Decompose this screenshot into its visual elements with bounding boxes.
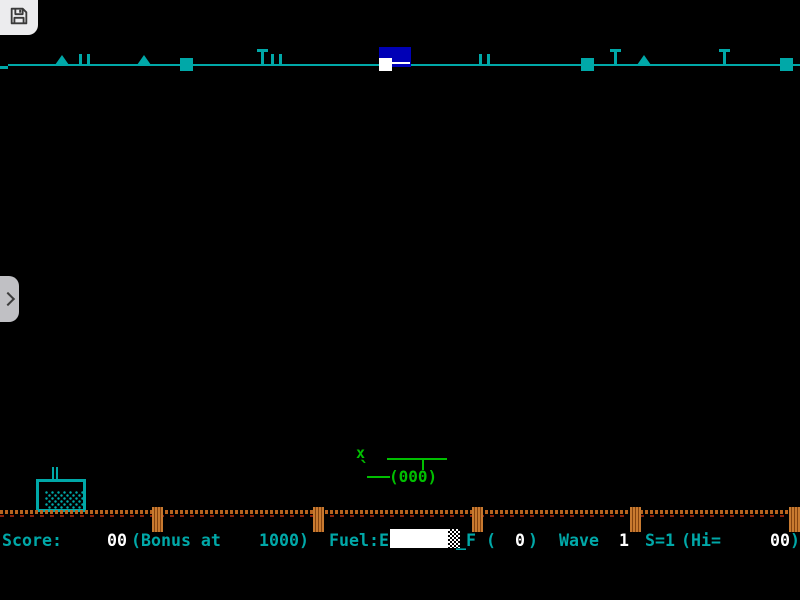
status-hi-value: 00 (770, 531, 790, 550)
status-fuel-paren-close: ) (528, 531, 538, 550)
status-fuel-full-label: _F (456, 531, 476, 550)
save-state-button[interactable] (0, 0, 38, 35)
status-ships-label: S=1 (645, 531, 675, 550)
status-wave-value: 1 (619, 531, 629, 550)
status-wave-label: Wave (559, 531, 599, 550)
ground-dashes-bottom (0, 515, 800, 517)
status-fuel-value: 0 (515, 531, 525, 550)
game-canvas[interactable]: x ` (000) Score:00(Bonus at1000)Fuel:E_F… (0, 0, 800, 600)
status-bonus-label: (Bonus at (131, 531, 221, 550)
status-hi-label: (Hi= (681, 531, 721, 550)
status-hi-paren-close: ) (790, 531, 800, 550)
status-score-label: Score: (2, 531, 62, 550)
chevron-right-icon (1, 292, 15, 306)
side-panel-toggle[interactable] (0, 276, 19, 322)
ground (0, 0, 800, 600)
status-bar: Score:00(Bonus at1000)Fuel:E_F(0)Wave1S=… (0, 530, 800, 552)
ground-dashes-top (0, 510, 800, 514)
status-fuel-label: Fuel:E (329, 531, 389, 550)
fence-post (789, 507, 800, 532)
fuel-gauge-bar (390, 529, 448, 548)
fence-post (313, 507, 324, 532)
fence-post (152, 507, 163, 532)
status-fuel-paren-open: ( (486, 531, 496, 550)
status-score-value: 00 (107, 531, 127, 550)
fence-post (472, 507, 483, 532)
floppy-disk-icon (8, 5, 30, 31)
status-bonus-value: 1000) (259, 531, 309, 550)
fence-post (630, 507, 641, 532)
